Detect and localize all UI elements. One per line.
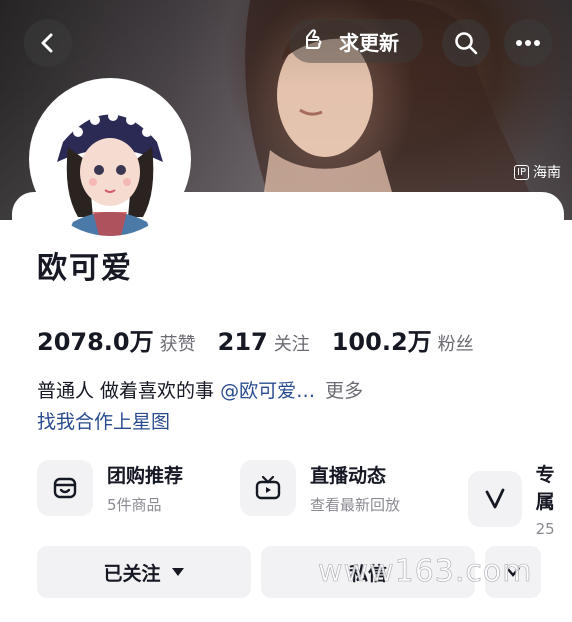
ip-location-text: 海南 [532,165,561,181]
request-update-button[interactable]: 求更新 [289,19,423,63]
request-update-label: 求更新 [339,30,399,55]
feature-live-title: 直播动态 [310,465,387,487]
following-button-label: 已关注 [103,562,161,585]
v-icon [468,471,522,527]
caret-down-icon [171,568,184,576]
ip-location: IP 海南 [514,162,561,182]
watermark: www163.com [318,554,533,590]
bio-mention[interactable]: @欧可爱… [220,380,315,402]
following-label: 关注 [273,334,310,355]
feature-exclusive-title: 专属 [535,464,555,513]
tv-icon [240,460,296,516]
star-map-link[interactable]: 找我合作上星图 [37,407,170,434]
feature-live-subtitle: 查看最新回放 [310,496,401,514]
chevron-left-icon [41,33,53,53]
back-button[interactable] [24,19,72,67]
more-button[interactable] [504,19,552,67]
likes-label: 获赞 [159,334,196,355]
feature-group-buy-title: 团购推荐 [107,465,184,487]
feature-exclusive-subtitle: 25 [535,520,555,538]
bio-text: 普通人 做着喜欢的事 [37,380,221,402]
feature-live[interactable]: 直播动态 查看最新回放 [240,460,400,516]
stats-row: 2078.0万 获赞 217 关注 100.2万 粉丝 [37,322,496,357]
pointing-hand-icon [306,29,322,49]
bio-more-link[interactable]: 更多 [325,380,363,402]
profile-name: 欧可爱 [37,251,133,286]
feature-group-buy[interactable]: 团购推荐 5件商品 [37,460,183,516]
following-count[interactable]: 217 [218,328,268,356]
ip-badge: IP [514,164,529,180]
search-icon [455,32,478,55]
avatar[interactable] [33,82,187,236]
feature-group-buy-subtitle: 5件商品 [107,496,162,514]
likes-count[interactable]: 2078.0万 [37,322,154,357]
following-button[interactable]: 已关注 [37,546,251,598]
followers-count[interactable]: 100.2万 [332,322,432,357]
avatar-illustration [33,82,187,236]
feature-exclusive[interactable]: 专属 25 [468,460,572,538]
bio: 普通人 做着喜欢的事 @欧可爱… 更多 [37,376,363,403]
ellipsis-icon [516,40,540,46]
followers-label: 粉丝 [437,334,474,355]
shop-bag-icon [37,460,93,516]
search-button[interactable] [442,19,490,67]
